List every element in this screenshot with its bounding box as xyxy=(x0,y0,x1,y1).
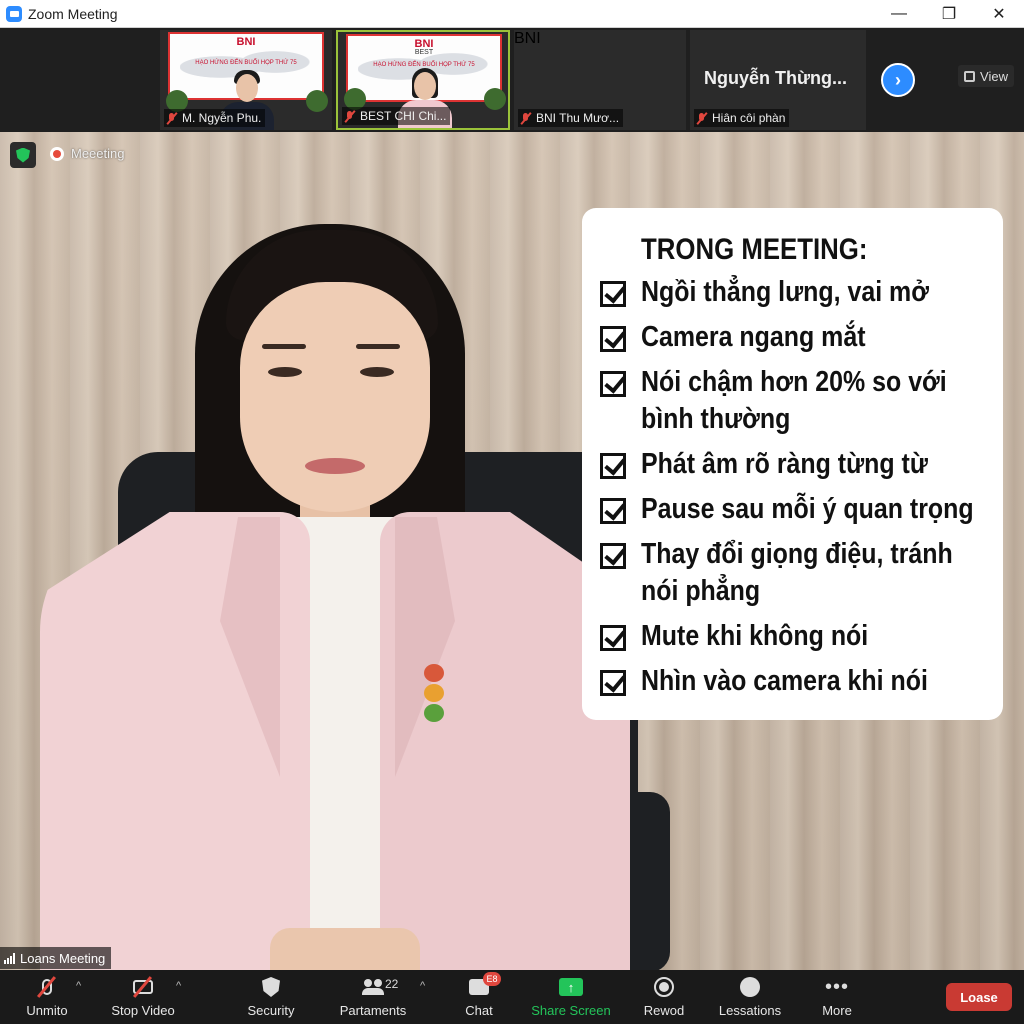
checklist-item: Phát âm rõ ràng từng từ xyxy=(600,446,991,483)
checklist-item-text: Pause sau mỗi ý quan trọng xyxy=(641,493,974,525)
chevron-right-icon: › xyxy=(895,69,901,90)
video-options-caret[interactable]: ^ xyxy=(176,980,181,992)
leave-button[interactable]: Loase xyxy=(946,983,1012,1011)
reactions-label: Lessations xyxy=(718,1003,782,1018)
security-button[interactable]: Security xyxy=(226,974,316,1020)
checklist-item: Mute khi không nói xyxy=(600,618,991,655)
maximize-button[interactable]: ❐ xyxy=(924,0,974,28)
participant-display-name: Nguyễn Thừng... xyxy=(704,68,848,88)
mic-muted-icon xyxy=(520,112,532,125)
checklist-item-text: Nhìn vào camera khi nói xyxy=(641,665,928,697)
more-label: More xyxy=(822,1003,852,1018)
participant-gallery: BNI HẠO HỨNG ĐẾN BUỔI HỌP THỨ 75 M. Ngyễ… xyxy=(0,28,1024,132)
participants-count: 22 xyxy=(385,977,399,991)
minimize-button[interactable]: — xyxy=(874,0,924,28)
share-screen-icon: ↑ xyxy=(559,978,583,996)
stop-video-button[interactable]: Stop Video xyxy=(98,974,188,1020)
checklist-item-text: Mute khi không nói xyxy=(641,620,869,652)
more-dots-icon: ••• xyxy=(824,976,849,998)
chat-badge: E8 xyxy=(483,972,501,986)
participants-options-caret[interactable]: ^ xyxy=(420,980,425,992)
participant-name-tag: BNI Thu Mươ... xyxy=(518,109,624,127)
checklist-item-text: Thay đổi giọng điệu, tránh xyxy=(641,538,953,570)
slide-brand: BNI xyxy=(236,36,256,48)
unmute-label: Unmito xyxy=(26,1003,68,1018)
mic-muted-icon xyxy=(696,112,708,125)
next-page-button[interactable]: › xyxy=(881,63,915,97)
recording-label: Meeeting xyxy=(71,146,125,161)
checklist-item-text: Phát âm rõ ràng từng từ xyxy=(641,448,928,480)
share-screen-button[interactable]: ↑ Share Screen xyxy=(526,974,616,1020)
participant-tile[interactable]: BNI HẠO HỨNG ĐẾN BUỔI HỌP THỨ 75 M. Ngyễ… xyxy=(160,30,332,130)
mic-muted-icon xyxy=(344,110,356,123)
participant-name: M. Ngyễn Phu. xyxy=(182,111,262,125)
speaker-name: Loans Meeting xyxy=(20,950,106,966)
checklist-title: TRONG MEETING: xyxy=(641,233,868,266)
checklist-item-text: Nói chậm hơn 20% so với xyxy=(641,366,947,398)
checkbox-checked-icon xyxy=(600,625,626,651)
window-title: Zoom Meeting xyxy=(28,5,118,22)
checklist-item: Thay đổi giọng điệu, tránh nói phẳng xyxy=(600,536,991,610)
shield-icon xyxy=(262,977,280,997)
participants-button[interactable]: 22 Partaments xyxy=(328,974,418,1020)
checkbox-checked-icon xyxy=(600,670,626,696)
chat-label: Chat xyxy=(465,1003,493,1018)
checklist-item-text-cont: bình thường xyxy=(641,403,791,435)
stop-video-label: Stop Video xyxy=(111,1003,175,1018)
view-button[interactable]: View xyxy=(958,65,1014,87)
security-shield-icon[interactable] xyxy=(10,142,36,168)
checklist-item: Nhìn vào camera khi nói xyxy=(600,663,991,700)
participant-name: BNI Thu Mươ... xyxy=(536,111,620,125)
participant-tile[interactable]: Nguyễn Thừng... Hiân côi phàn xyxy=(690,30,866,130)
participant-name-tag: Hiân côi phàn xyxy=(694,109,790,127)
participant-name-tag: M. Ngyễn Phu. xyxy=(164,109,266,127)
participant-name-tag: BEST CHI Chi... xyxy=(342,107,451,125)
checklist-item: Ngồi thẳng lưng, vai mở xyxy=(600,274,991,311)
participant-name: Hiân côi phàn xyxy=(712,111,786,125)
recording-indicator[interactable]: Meeeting xyxy=(50,146,124,161)
participant-tile[interactable]: BNI BNI Thu Mươ... xyxy=(514,30,686,130)
checkbox-checked-icon xyxy=(600,281,626,307)
checklist-item-text: Camera ngang mắt xyxy=(641,321,866,353)
reactions-button[interactable]: Lessations xyxy=(705,974,795,1020)
checkbox-checked-icon xyxy=(600,498,626,524)
more-button[interactable]: ••• More xyxy=(792,974,882,1020)
slide-caption: HẠO HỨNG ĐẾN BUỔI HỌP THỨ 75 xyxy=(195,60,297,66)
participant-name: BEST CHI Chi... xyxy=(360,109,447,123)
view-label: View xyxy=(980,68,1008,84)
participant-tile-active[interactable]: BNI BEST HẠO HỨNG ĐẾN BUỔI HỌP THỨ 75 BE… xyxy=(336,30,510,130)
checkbox-checked-icon xyxy=(600,543,626,569)
mic-muted-icon xyxy=(166,112,178,125)
zoom-app-icon xyxy=(6,5,22,22)
checkbox-checked-icon xyxy=(600,326,626,352)
record-label: Rewod xyxy=(643,1003,685,1018)
lapel-pin xyxy=(420,664,448,726)
checklist-item: Camera ngang mắt xyxy=(600,319,991,356)
record-icon xyxy=(654,977,674,997)
smiley-icon xyxy=(740,977,760,997)
participants-icon xyxy=(362,979,384,995)
checklist-item-text: Ngồi thẳng lưng, vai mở xyxy=(641,276,929,308)
participants-label: Partaments xyxy=(339,1003,407,1018)
checklist-item: Pause sau mỗi ý quan trọng xyxy=(600,491,991,528)
speaker-name-tag: Loans Meeting xyxy=(0,947,112,969)
audio-options-caret[interactable]: ^ xyxy=(76,980,81,992)
checkbox-checked-icon xyxy=(600,453,626,479)
checklist-item-text-cont: nói phẳng xyxy=(641,575,761,607)
slide-brand-sub: BEST xyxy=(414,49,434,56)
checkbox-checked-icon xyxy=(600,371,626,397)
participant-avatar: BNI xyxy=(514,30,541,47)
checklist-card: TRONG MEETING: Ngồi thẳng lưng, vai mở C… xyxy=(582,208,1003,720)
share-screen-label: Share Screen xyxy=(531,1003,611,1018)
record-button[interactable]: Rewod xyxy=(619,974,709,1020)
checklist-item: Nói chậm hơn 20% so với bình thường xyxy=(600,364,991,438)
meeting-toolbar: Unmito ^ Stop Video ^ Security 22 Partam… xyxy=(0,970,1024,1024)
connection-signal-icon xyxy=(4,952,15,964)
window-titlebar: Zoom Meeting — ❐ ✕ xyxy=(0,0,1024,28)
record-icon xyxy=(50,146,64,161)
security-label: Security xyxy=(247,1003,295,1018)
gallery-view-icon xyxy=(964,70,976,82)
close-button[interactable]: ✕ xyxy=(974,0,1024,28)
chat-button[interactable]: E8 Chat xyxy=(434,972,524,1020)
